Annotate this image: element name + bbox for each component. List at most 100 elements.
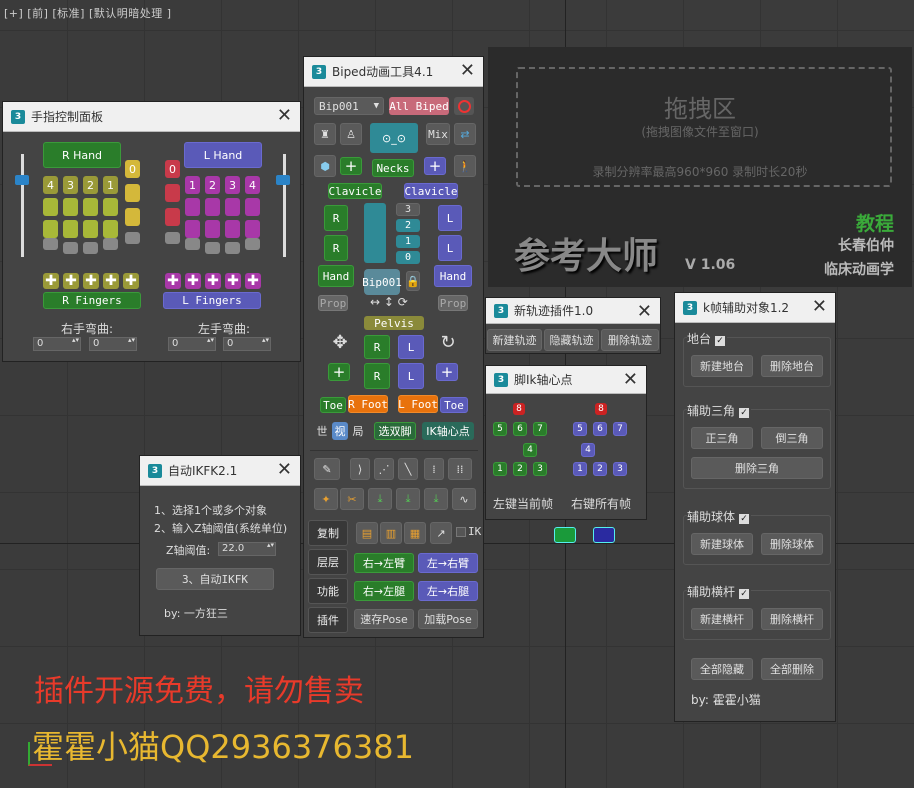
ik-checkbox[interactable] bbox=[456, 527, 466, 537]
arrow-icon[interactable]: ↗ bbox=[430, 522, 452, 544]
l-segment[interactable] bbox=[205, 242, 220, 254]
new-sphere-button[interactable]: 新建球体 bbox=[691, 533, 753, 555]
delete-track-button[interactable]: 删除轨迹 bbox=[601, 329, 659, 351]
bar-checkbox[interactable]: ✓ bbox=[739, 589, 750, 599]
r-plus-button[interactable]: ✚ bbox=[83, 273, 99, 289]
r-segment[interactable] bbox=[43, 238, 58, 250]
cube-icon[interactable]: ⬢ bbox=[314, 155, 336, 177]
l-finger-2[interactable]: 2 bbox=[205, 176, 220, 194]
bip001-button[interactable]: Bip001 bbox=[362, 269, 402, 295]
l-finger-3[interactable]: 3 bbox=[225, 176, 240, 194]
kframe-titlebar[interactable]: 3 k帧辅助对象1.2 ✕ bbox=[675, 293, 835, 323]
l-pivot-7[interactable]: 7 bbox=[613, 422, 627, 436]
r-pivot-8[interactable]: 8 bbox=[513, 403, 525, 415]
r-segment[interactable] bbox=[125, 232, 140, 244]
l-plus-button[interactable]: ✚ bbox=[245, 273, 261, 289]
spine-3[interactable]: 3 bbox=[396, 203, 420, 216]
l-segment[interactable] bbox=[205, 220, 220, 238]
l-foot-button[interactable]: L Foot bbox=[398, 395, 438, 413]
left-bend-spinner-1[interactable]: 0 bbox=[168, 337, 216, 351]
ikfk-titlebar[interactable]: 3 自动IKFK2.1 ✕ bbox=[140, 456, 300, 486]
step-icon[interactable]: ⁞ bbox=[424, 458, 444, 480]
r-segment[interactable] bbox=[43, 198, 58, 216]
r2l-leg-button[interactable]: 右→左腿 bbox=[354, 581, 414, 601]
r-hand-button[interactable]: Hand bbox=[318, 265, 354, 287]
tab-layers[interactable]: 层层 bbox=[308, 549, 348, 575]
r-clavicle-button[interactable]: Clavicle bbox=[328, 183, 382, 199]
hide-all-button[interactable]: 全部隐藏 bbox=[691, 658, 753, 680]
l-upperarm-button[interactable]: L bbox=[438, 205, 462, 231]
l-clavicle-button[interactable]: Clavicle bbox=[404, 183, 458, 199]
l-segment[interactable] bbox=[165, 184, 180, 202]
r-upperarm-button[interactable]: R bbox=[324, 205, 348, 231]
spine-2[interactable]: 2 bbox=[396, 219, 420, 232]
r-forearm-button[interactable]: R bbox=[324, 235, 348, 261]
right-slider[interactable] bbox=[21, 154, 24, 257]
save-pose-button[interactable]: 速存Pose bbox=[354, 609, 414, 629]
r-segment[interactable] bbox=[63, 220, 78, 238]
close-icon[interactable]: ✕ bbox=[277, 459, 292, 480]
r-pivot-6[interactable]: 6 bbox=[513, 422, 527, 436]
world-button[interactable]: 世 bbox=[314, 422, 330, 440]
r-segment[interactable] bbox=[63, 198, 78, 216]
all-biped-button[interactable]: All Biped bbox=[389, 97, 449, 115]
delete-sphere-button[interactable]: 删除球体 bbox=[761, 533, 823, 555]
right-bend-spinner-2[interactable]: 0 bbox=[89, 337, 137, 351]
r-plus-button[interactable]: ✚ bbox=[43, 273, 59, 289]
bip-select[interactable]: Bip001 ▼ bbox=[314, 97, 384, 115]
auto-ikfk-button[interactable]: 3、自动IKFK bbox=[156, 568, 274, 590]
r-segment[interactable] bbox=[63, 242, 78, 254]
copy-pose-icon[interactable]: ▤ bbox=[356, 522, 378, 544]
load-pose-button[interactable]: 加载Pose bbox=[418, 609, 478, 629]
bracket-icon[interactable]: ⟩ bbox=[350, 458, 370, 480]
l-segment[interactable] bbox=[185, 198, 200, 216]
torso-block[interactable] bbox=[364, 203, 386, 263]
delete-triangle-button[interactable]: 删除三角 bbox=[691, 457, 823, 479]
pelvis-button[interactable]: Pelvis bbox=[364, 316, 424, 330]
plus-button[interactable]: + bbox=[424, 157, 446, 175]
key-delete-icon[interactable]: ✂ bbox=[340, 488, 364, 510]
l-finger-1[interactable]: 1 bbox=[185, 176, 200, 194]
r-segment[interactable] bbox=[103, 198, 118, 216]
l-toe-button[interactable]: Toe bbox=[440, 397, 468, 413]
r-finger-3[interactable]: 3 bbox=[63, 176, 78, 194]
l-plus-button[interactable]: ✚ bbox=[185, 273, 201, 289]
backslash-icon[interactable]: ╲ bbox=[398, 458, 418, 480]
new-bar-button[interactable]: 新建横杆 bbox=[691, 608, 753, 630]
r-prop-button[interactable]: Prop bbox=[318, 295, 348, 311]
r-segment[interactable] bbox=[103, 220, 118, 238]
r-plus-button[interactable]: ✚ bbox=[123, 273, 139, 289]
l-prop-button[interactable]: Prop bbox=[438, 295, 468, 311]
finger-titlebar[interactable]: 3 手指控制面板 ✕ bbox=[3, 102, 300, 132]
r-thigh-button[interactable]: R bbox=[364, 335, 390, 359]
l-pivot-3[interactable]: 3 bbox=[613, 462, 627, 476]
l-pivot-2[interactable]: 2 bbox=[593, 462, 607, 476]
l-segment[interactable] bbox=[165, 208, 180, 226]
tab-plugins[interactable]: 插件 bbox=[308, 607, 348, 633]
walk-icon[interactable]: 🚶 bbox=[454, 155, 476, 177]
r-calf-button[interactable]: R bbox=[364, 363, 390, 389]
l2r-arm-button[interactable]: 左→右臂 bbox=[418, 553, 478, 573]
r-toe-button[interactable]: Toe bbox=[320, 397, 346, 413]
close-icon[interactable]: ✕ bbox=[460, 60, 475, 81]
spine-0[interactable]: 0 bbox=[396, 251, 420, 264]
l-segment[interactable] bbox=[165, 232, 180, 244]
plus-button[interactable]: + bbox=[340, 157, 362, 175]
head-button[interactable]: ⊙_⊙ bbox=[370, 123, 418, 153]
right-click-label[interactable]: 右键所有帧 bbox=[571, 495, 631, 512]
delete-bar-button[interactable]: 删除横杆 bbox=[761, 608, 823, 630]
platform-label[interactable]: 地台 ✓ bbox=[687, 330, 728, 347]
r-segment[interactable] bbox=[83, 220, 98, 238]
l-calf-button[interactable]: L bbox=[398, 363, 424, 389]
move-icon[interactable]: ✥ bbox=[328, 331, 352, 353]
key-add-icon[interactable]: ✦ bbox=[314, 488, 338, 510]
curve-edit-icon[interactable]: ✎ bbox=[314, 458, 340, 480]
left-slider[interactable] bbox=[283, 154, 286, 257]
r-segment[interactable] bbox=[125, 184, 140, 202]
r-hand-button[interactable]: R Hand bbox=[43, 142, 121, 168]
close-icon[interactable]: ✕ bbox=[277, 105, 292, 126]
new-track-button[interactable]: 新建轨迹 bbox=[487, 329, 542, 351]
triangle-checkbox[interactable]: ✓ bbox=[739, 408, 750, 418]
l2r-leg-button[interactable]: 左→右腿 bbox=[418, 581, 478, 601]
r-plus-button[interactable]: ✚ bbox=[103, 273, 119, 289]
